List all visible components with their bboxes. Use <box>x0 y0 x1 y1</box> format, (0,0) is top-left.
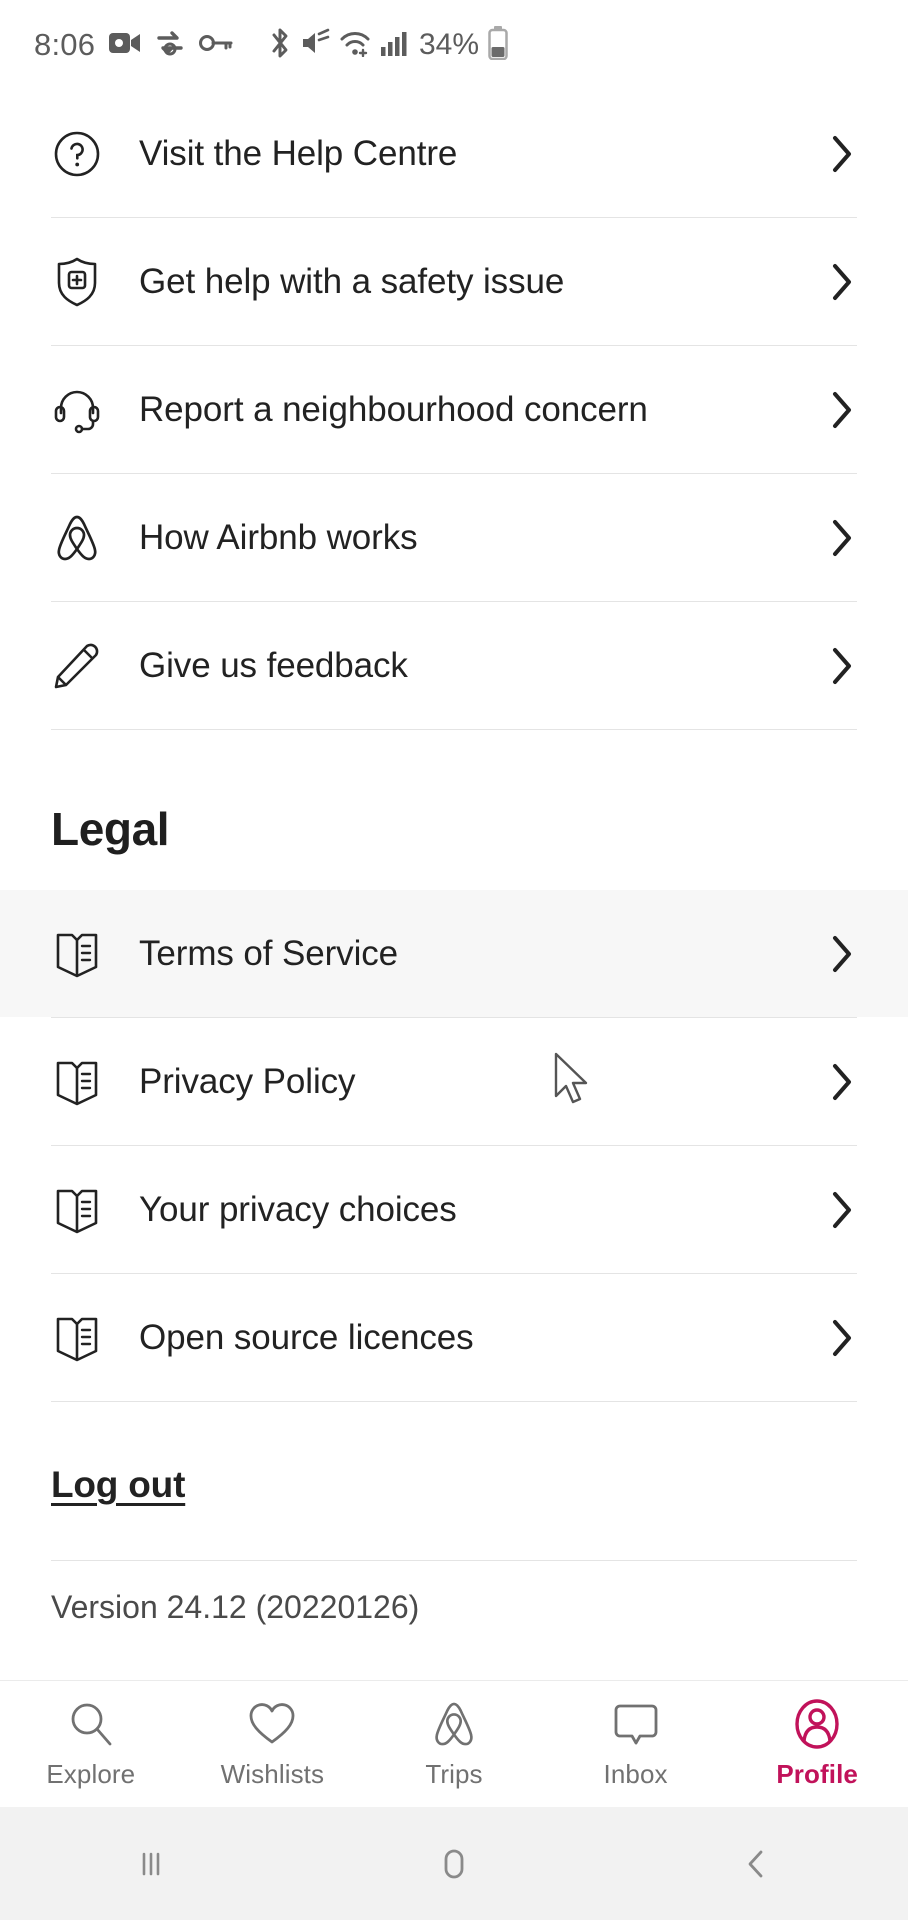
nav-item-label: Profile <box>776 1759 858 1789</box>
headset-icon <box>51 384 103 436</box>
chevron-right-icon <box>827 647 857 684</box>
shield-plus-icon <box>51 256 103 308</box>
status-bar-right: 34% <box>269 25 508 65</box>
list-item-label: How Airbnb works <box>139 517 418 557</box>
chevron-right-icon <box>827 391 857 428</box>
status-bar-left: 8:06 <box>34 27 233 63</box>
back-icon[interactable] <box>605 1844 908 1884</box>
nav-item-label: Wishlists <box>220 1759 325 1789</box>
nav-item-inbox[interactable]: Inbox <box>545 1698 727 1790</box>
chevron-right-icon <box>827 1319 857 1356</box>
list-item-help-centre[interactable]: Visit the Help Centre <box>0 90 908 217</box>
list-item-your-privacy-choices[interactable]: Your privacy choices <box>0 1146 908 1273</box>
section-heading-legal: Legal <box>51 803 170 855</box>
battery-percent-label: 34% <box>418 28 479 61</box>
vpn-key-icon <box>199 33 233 58</box>
list-item-how-airbnb-works[interactable]: How Airbnb works <box>0 474 908 601</box>
airbnb-belo-icon <box>432 1698 476 1750</box>
nav-item-trips[interactable]: Trips <box>363 1698 545 1790</box>
speech-bubble-icon <box>612 1698 660 1750</box>
list-item-label: Open source licences <box>139 1317 474 1357</box>
logout-row[interactable]: Log out <box>0 1402 908 1560</box>
list-item-terms-of-service[interactable]: Terms of Service <box>0 890 908 1017</box>
document-icon <box>51 928 103 980</box>
status-clock: 8:06 <box>34 27 96 62</box>
search-icon <box>67 1698 115 1750</box>
logout-link[interactable]: Log out <box>51 1464 185 1506</box>
list-item-label: Visit the Help Centre <box>139 133 458 173</box>
document-icon <box>51 1056 103 1108</box>
list-item-safety-issue[interactable]: Get help with a safety issue <box>0 218 908 345</box>
chevron-right-icon <box>827 519 857 556</box>
status-bar: 8:06 34% <box>0 0 908 90</box>
sync-icon <box>155 29 185 62</box>
list-item-label: Get help with a safety issue <box>139 261 565 301</box>
list-item-label: Give us feedback <box>139 645 408 685</box>
video-camera-icon <box>109 30 141 61</box>
settings-list[interactable]: Visit the Help Centre Get help with a sa… <box>0 90 908 1680</box>
chevron-right-icon <box>827 935 857 972</box>
chevron-right-icon <box>827 135 857 172</box>
app-version-label: Version 24.12 (20220126) <box>51 1589 420 1625</box>
pencil-icon <box>51 640 103 692</box>
list-item-neighbourhood-concern[interactable]: Report a neighbourhood concern <box>0 346 908 473</box>
volume-muted-icon <box>300 28 330 63</box>
profile-circle-icon <box>793 1698 841 1750</box>
home-icon[interactable] <box>303 1842 606 1886</box>
nav-item-profile[interactable]: Profile <box>726 1698 908 1790</box>
nav-item-label: Trips <box>425 1759 483 1789</box>
battery-icon <box>488 25 508 65</box>
chevron-right-icon <box>827 1063 857 1100</box>
recents-icon[interactable] <box>0 1844 303 1884</box>
wifi-icon <box>339 29 371 62</box>
airbnb-belo-icon <box>51 512 103 564</box>
nav-item-label: Explore <box>46 1759 136 1789</box>
list-item-label: Privacy Policy <box>139 1061 356 1101</box>
list-item-open-source-licences[interactable]: Open source licences <box>0 1274 908 1401</box>
list-item-give-feedback[interactable]: Give us feedback <box>0 602 908 729</box>
heart-icon <box>248 1698 296 1750</box>
bluetooth-icon <box>269 27 291 64</box>
list-item-label: Report a neighbourhood concern <box>139 389 648 429</box>
nav-item-label: Inbox <box>603 1759 668 1789</box>
list-item-label: Terms of Service <box>139 933 399 973</box>
cellular-signal-icon <box>380 29 408 62</box>
phone-screen: 8:06 34% Visit the Help Centre Get help … <box>0 0 908 1920</box>
document-icon <box>51 1312 103 1364</box>
list-item-privacy-policy[interactable]: Privacy Policy <box>0 1018 908 1145</box>
document-icon <box>51 1184 103 1236</box>
nav-item-wishlists[interactable]: Wishlists <box>182 1698 364 1790</box>
android-system-nav <box>0 1807 908 1920</box>
chevron-right-icon <box>827 263 857 300</box>
question-circle-icon <box>51 128 103 180</box>
chevron-right-icon <box>827 1191 857 1228</box>
list-item-label: Your privacy choices <box>139 1189 457 1229</box>
bottom-navigation-bar: Explore Wishlists Trips Inbox Profile <box>0 1680 908 1807</box>
nav-item-explore[interactable]: Explore <box>0 1698 182 1790</box>
